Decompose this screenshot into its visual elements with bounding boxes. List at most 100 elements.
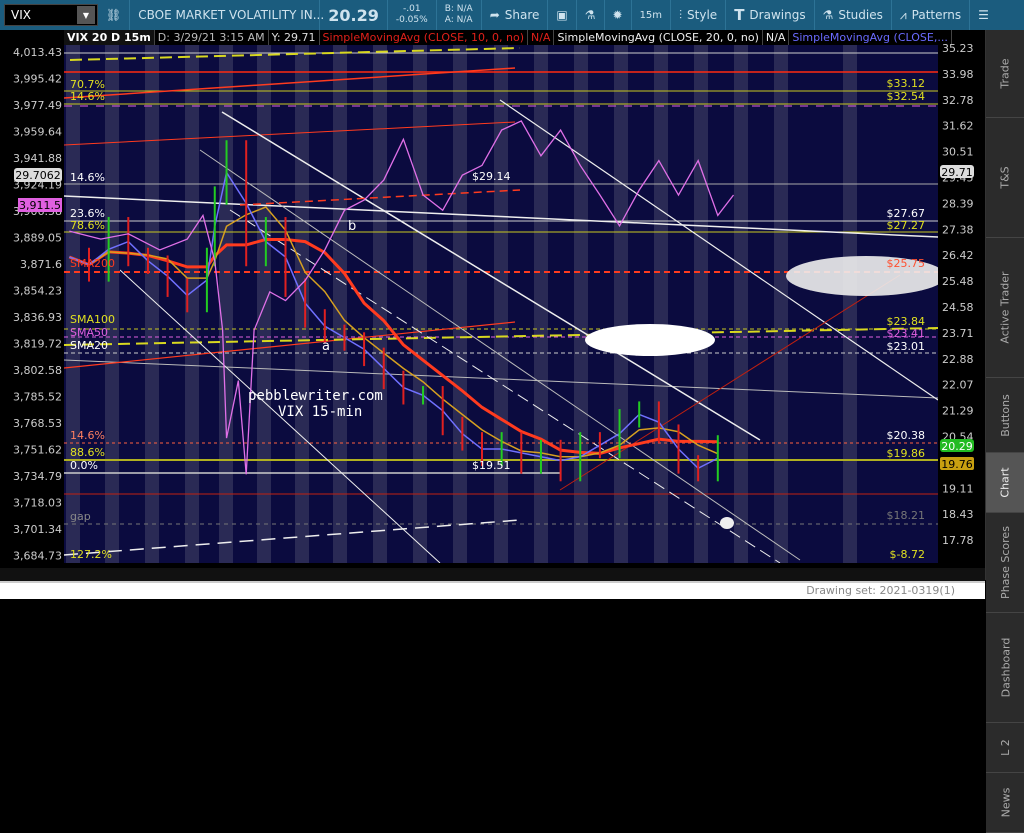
left-axis-tick: 3,871.6 (20, 258, 62, 271)
right-axis-tick: 31.62 (942, 120, 974, 133)
drawings-button[interactable]: T Drawings (726, 0, 815, 30)
session-band (453, 45, 467, 563)
symbol-selector[interactable]: VIX ▼ (4, 4, 98, 26)
menu-icon[interactable]: ☰ (970, 0, 997, 30)
highlight-ellipse (786, 256, 946, 296)
side-tab-l-2[interactable]: L 2 (986, 723, 1024, 773)
study-sma10[interactable]: SimpleMovingAvg (CLOSE, 10, 0, no) (320, 30, 528, 45)
symbol-description: CBOE MARKET VOLATILITY IN... (130, 0, 324, 30)
right-axis-tick: 19.11 (942, 482, 974, 495)
left-axis-tick: 3,684.73 (13, 550, 62, 563)
side-tab-buttons[interactable]: Buttons (986, 378, 1024, 453)
session-band (145, 45, 159, 563)
chevron-down-icon[interactable]: ▼ (77, 6, 95, 24)
alert-icon[interactable]: ▣ (548, 0, 577, 30)
right-axis-tick: 26.42 (942, 249, 974, 262)
left-axis-tick: 3,802.58 (13, 364, 62, 377)
share-button[interactable]: ➦ Share (482, 0, 549, 30)
right-axis-tick: 25.48 (942, 275, 974, 288)
side-tab-label: Buttons (999, 393, 1013, 437)
price-label: $20.38 (887, 429, 926, 442)
crosshair-vix-badge: 29.71 (941, 166, 973, 179)
style-button[interactable]: ⫶ Style (671, 0, 727, 30)
right-axis-tick: 21.29 (942, 405, 974, 418)
side-tab-label: Dashboard (999, 637, 1012, 698)
left-axis-tick: 3,751.62 (13, 444, 62, 457)
marker-ellipse (720, 517, 734, 529)
cursor-date: D: 3/29/21 3:15 AM (155, 30, 269, 45)
side-tab-active-trader[interactable]: Active Trader (986, 238, 1024, 378)
crosshair-price-badge: 29.7062 (15, 169, 61, 182)
price-label: $18.21 (887, 509, 926, 522)
price-label: $32.54 (887, 90, 926, 103)
left-axis-tick: 3,924.19 (13, 179, 62, 192)
studies-button[interactable]: ⚗ Studies (815, 0, 892, 30)
toolbar: VIX ▼ ⛓ CBOE MARKET VOLATILITY IN... 20.2… (0, 0, 1024, 30)
gear-icon[interactable]: ✹ (605, 0, 632, 30)
side-tab-label: Phase Scores (999, 526, 1013, 599)
price-label: $23.41 (887, 327, 926, 340)
session-band (734, 45, 748, 563)
fib-label: 127.2% (70, 548, 112, 561)
right-axis-tick: 28.39 (942, 197, 974, 210)
price-chart[interactable]: 70.7% 14.6% 14.6% 23.6% 78.6% SMA200 SMA… (0, 0, 1024, 599)
fib-label: 88.6% (70, 446, 105, 459)
price-label: $27.67 (887, 207, 926, 220)
share-icon: ➦ (489, 8, 500, 22)
flask-icon: ⚗ (822, 8, 834, 22)
side-tabs: Trade T&S Active Trader Buttons Chart Phase S… (985, 30, 1024, 833)
side-tab-phase-scores[interactable]: Phase Scores (986, 513, 1024, 613)
side-tab-label: News (998, 787, 1012, 818)
side-tab-trade[interactable]: Trade (986, 30, 1024, 118)
timeframe-button[interactable]: 15m (632, 0, 672, 30)
right-axis-tick: 30.51 (942, 146, 974, 159)
session-band (185, 45, 199, 563)
price-label: $25.75 (887, 257, 926, 270)
session-band (574, 45, 588, 563)
left-axis-tick: 3,701.34 (13, 523, 62, 536)
link-icon[interactable]: ⛓ (98, 0, 131, 30)
side-tab-t-s[interactable]: T&S (986, 118, 1024, 238)
left-axis-tick: 4,013.43 (13, 46, 62, 59)
left-axis-tick: 3,977.49 (13, 99, 62, 112)
study-sma20[interactable]: SimpleMovingAvg (CLOSE, 20, 0, no) (554, 30, 763, 45)
wave-label-a: a (322, 339, 330, 354)
symbol: VIX (11, 8, 31, 22)
left-axis-tick: 3,836.93 (13, 311, 62, 324)
side-tab-label: T&S (999, 166, 1012, 189)
sma-orange-line (69, 206, 719, 458)
sma-blue-line (69, 170, 719, 470)
chart-title: VIX 20 D 15m (64, 30, 155, 45)
last-price-badge: 20.29 (941, 440, 973, 453)
study-sma10-value: N/A (528, 30, 555, 45)
side-tab-dashboard[interactable]: Dashboard (986, 613, 1024, 723)
session-band (105, 45, 119, 563)
last-price: 20.29 (320, 0, 388, 30)
side-tab-label: Chart (998, 467, 1012, 498)
study-sma-other[interactable]: SimpleMovingAvg (CLOSE,... (789, 30, 952, 45)
right-axis-tick: 22.88 (942, 353, 974, 366)
right-axis-tick: 24.58 (942, 301, 974, 314)
cursor-y: Y: 29.71 (269, 30, 320, 45)
side-tab-label: L 2 (999, 739, 1012, 756)
pattern-icon: ⩘ (899, 7, 907, 22)
flask-icon[interactable]: ⚗ (577, 0, 605, 30)
right-axis-tick: 20.54 (942, 431, 974, 444)
prev-close-badge: 19.76 (941, 458, 973, 471)
pct-change: -0.05% (395, 15, 428, 25)
patterns-button[interactable]: ⩘ Patterns (892, 0, 971, 30)
price-label: $23.84 (887, 315, 926, 328)
session-band (333, 45, 347, 563)
side-tab-news[interactable]: News (986, 773, 1024, 833)
fib-label: 14.6% (70, 429, 105, 442)
vix-line (69, 120, 735, 475)
horizontal-scrollbar[interactable] (0, 568, 985, 581)
session-band (373, 45, 387, 563)
right-axis-tick: 22.07 (942, 379, 974, 392)
sma-red-line (68, 237, 718, 455)
right-axis-tick: 17.78 (942, 534, 974, 547)
right-axis-tick: 18.43 (942, 508, 974, 521)
price-label: $-8.72 (890, 548, 925, 561)
side-tab-chart[interactable]: Chart (986, 453, 1024, 513)
drawing-set-status[interactable]: Drawing set: 2021-0319(1) (0, 581, 985, 599)
